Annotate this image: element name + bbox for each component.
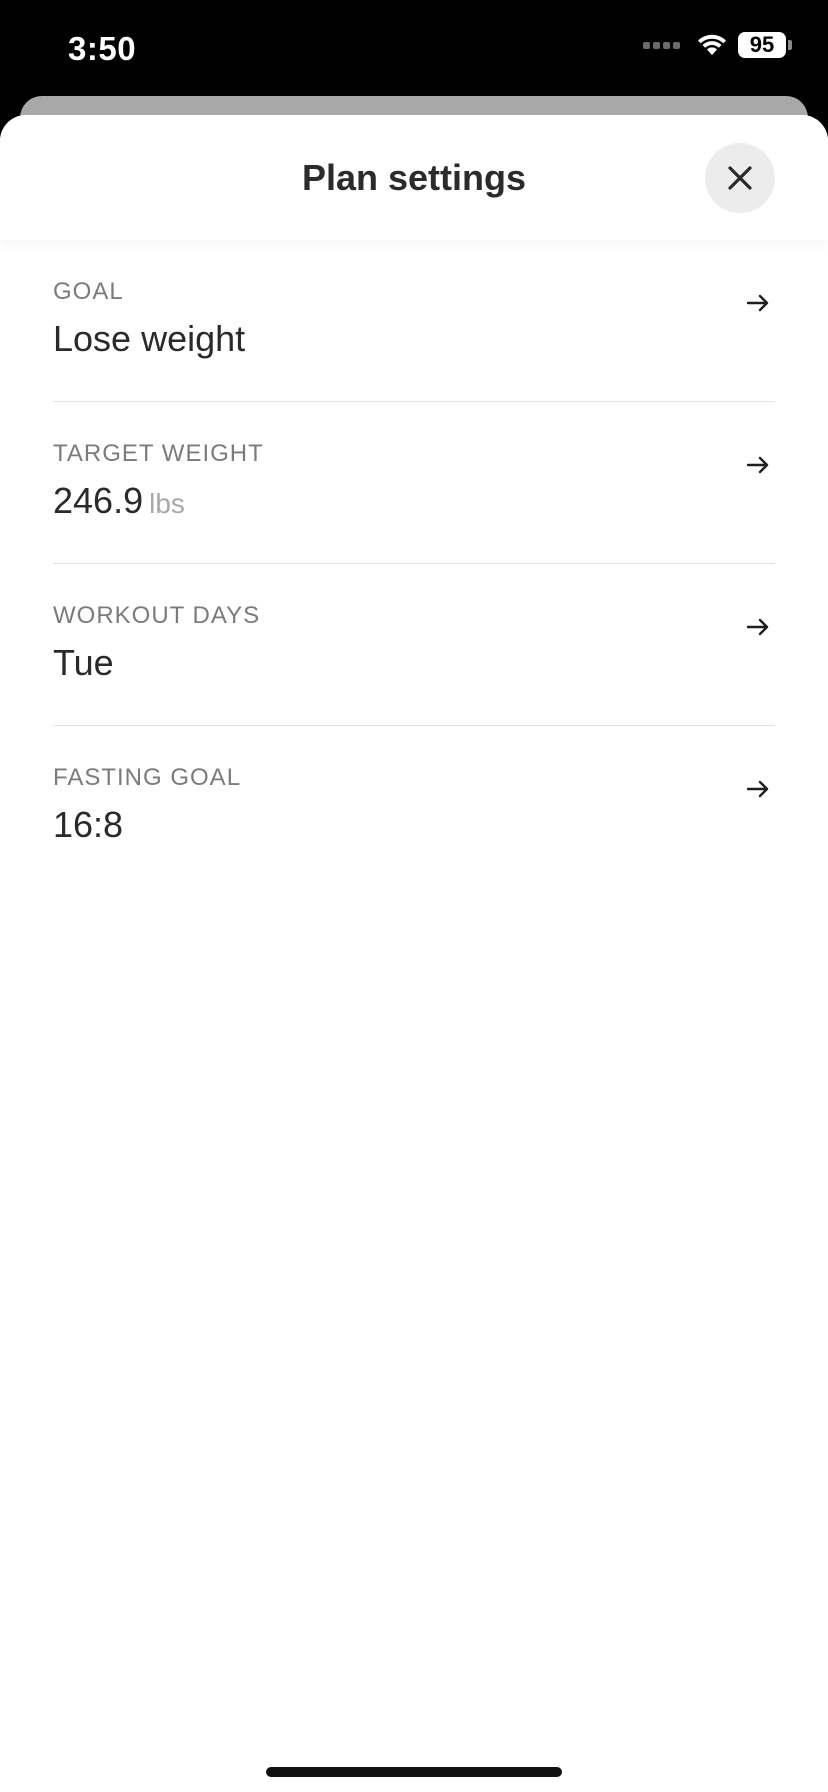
- battery-level: 95: [749, 32, 775, 57]
- battery-icon: 95: [738, 32, 786, 58]
- setting-row-workout-days[interactable]: WORKOUT DAYS Tue: [53, 564, 775, 726]
- arrow-right-icon: [746, 456, 769, 474]
- setting-value: Tue: [53, 642, 114, 684]
- setting-label: WORKOUT DAYS: [53, 602, 261, 629]
- arrow-right-icon: [746, 294, 769, 312]
- status-bar: 3:50 95: [0, 0, 828, 96]
- sheet-header: Plan settings: [0, 115, 828, 240]
- settings-list: GOAL Lose weight TARGET WEIGHT 246.9 lbs …: [0, 240, 828, 888]
- setting-unit: lbs: [149, 488, 185, 519]
- setting-value: 16:8: [53, 804, 123, 846]
- setting-value-text: 246.9: [53, 480, 144, 521]
- setting-row-target-weight[interactable]: TARGET WEIGHT 246.9 lbs: [53, 402, 775, 564]
- wifi-icon: [696, 33, 728, 57]
- cellular-signal-icon: [643, 41, 680, 49]
- setting-label: TARGET WEIGHT: [53, 440, 264, 467]
- setting-label: GOAL: [53, 278, 124, 305]
- setting-row-fasting-goal[interactable]: FASTING GOAL 16:8: [53, 726, 775, 888]
- plan-settings-sheet: Plan settings GOAL Lose weight TARGET WE…: [0, 115, 828, 1792]
- status-icons: 95: [643, 32, 792, 58]
- setting-value-text: 16:8: [53, 804, 124, 845]
- setting-value: Lose weight: [53, 318, 245, 360]
- setting-value-text: Lose weight: [53, 318, 246, 359]
- setting-value-text: Tue: [53, 642, 114, 683]
- page-title: Plan settings: [301, 157, 527, 198]
- close-button[interactable]: [705, 143, 775, 213]
- setting-label: FASTING GOAL: [53, 764, 242, 791]
- arrow-right-icon: [746, 618, 769, 636]
- close-icon: [728, 166, 752, 190]
- status-time: 3:50: [68, 30, 137, 67]
- home-indicator[interactable]: [266, 1767, 562, 1777]
- arrow-right-icon: [746, 780, 769, 798]
- setting-row-goal[interactable]: GOAL Lose weight: [53, 240, 775, 402]
- battery-nub: [788, 40, 792, 50]
- setting-value: 246.9 lbs: [53, 480, 185, 522]
